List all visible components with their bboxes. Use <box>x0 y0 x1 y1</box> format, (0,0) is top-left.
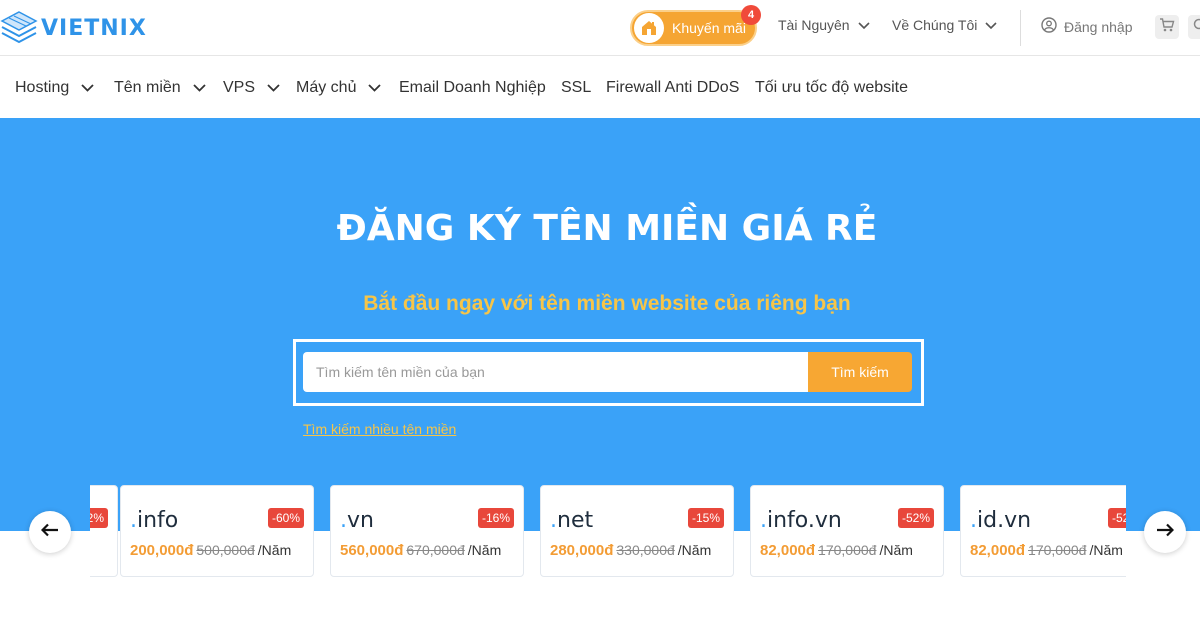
nav-item-servers[interactable]: Máy chủ <box>296 79 382 97</box>
current-price: 200,000đ <box>130 542 194 559</box>
search-button[interactable]: Tìm kiếm <box>808 352 912 392</box>
discount-badge: -52% <box>90 508 108 528</box>
nav-item-vps[interactable]: VPS <box>223 79 280 97</box>
vietnix-logo[interactable]: VIETNIX <box>0 8 147 48</box>
search-icon <box>1193 18 1200 37</box>
nav-item-label: Tối ưu tốc độ website <box>755 79 909 96</box>
arrow-left-icon <box>40 523 59 542</box>
nav-item-label: Máy chủ <box>296 79 357 96</box>
discount-badge: -16% <box>477 508 514 528</box>
about-label: Về Chúng Tôi <box>892 17 978 33</box>
chevron-down-icon <box>193 79 206 97</box>
cart-button[interactable] <box>1155 15 1179 39</box>
top-bar: VIETNIX Khuyến mãi 4 Tài Nguyên Về Chúng… <box>0 0 1200 56</box>
nav-item-label: SSL <box>561 79 592 96</box>
price-line: 82,000đ 170,000đ /Năm <box>970 542 1123 559</box>
logo-wordmark: VIETNIX <box>41 15 147 41</box>
discount-badge: -15% <box>687 508 724 528</box>
promo-label: Khuyến mãi <box>672 20 746 36</box>
chevron-down-icon <box>985 17 997 33</box>
domain-card[interactable]: .info.vn -52% 82,000đ 170,000đ /Năm <box>750 485 944 577</box>
price-unit: /Năm <box>1089 542 1123 558</box>
price-line: 82,000đ 170,000đ /Năm <box>760 542 913 559</box>
chevron-down-icon <box>368 79 382 97</box>
old-price: 500,000đ <box>196 542 255 558</box>
nav-item-label: Tên miền <box>114 79 181 96</box>
domain-card[interactable]: .id.vn -52% 82,000đ 170,000đ /Năm <box>960 485 1126 577</box>
about-menu[interactable]: Về Chúng Tôi <box>892 17 997 33</box>
domain-cards-carousel: -52% .info -60% 200,000đ 500,000đ /Năm .… <box>90 485 1126 580</box>
price-unit: /Năm <box>467 542 502 558</box>
domain-card[interactable]: -52% <box>90 485 118 577</box>
nav-item-label: Firewall Anti DDoS <box>606 79 740 96</box>
price-line: 200,000đ 500,000đ /Năm <box>130 542 291 559</box>
promo-button[interactable]: Khuyến mãi 4 <box>630 5 761 46</box>
old-price: 330,000đ <box>616 542 675 558</box>
carousel-prev-button[interactable] <box>29 511 71 553</box>
hero-title: ĐĂNG KÝ TÊN MIỀN GIÁ RẺ <box>336 208 878 249</box>
discount-badge: -52% <box>1107 508 1126 528</box>
nav-item-firewall[interactable]: Firewall Anti DDoS <box>606 79 739 97</box>
tld-name: .net <box>550 508 594 533</box>
current-price: 280,000đ <box>550 542 614 559</box>
hero-banner <box>0 118 1200 531</box>
current-price: 82,000đ <box>760 542 816 559</box>
tld-name: .vn <box>340 508 374 533</box>
discount-badge: -60% <box>267 508 304 528</box>
search-toggle-button[interactable] <box>1188 15 1200 39</box>
nav-item-label: Email Doanh Nghiệp <box>399 79 546 96</box>
tld-name: .info.vn <box>760 508 842 533</box>
nav-item-ssl[interactable]: SSL <box>561 79 591 97</box>
resources-label: Tài Nguyên <box>778 17 850 33</box>
domain-card[interactable]: .info -60% 200,000đ 500,000đ /Năm <box>120 485 314 577</box>
topbar-divider <box>1020 10 1021 46</box>
domain-card[interactable]: .vn -16% 560,000đ 670,000đ /Năm <box>330 485 524 577</box>
price-line: 280,000đ 330,000đ /Năm <box>550 542 711 559</box>
login-link[interactable]: Đăng nhập <box>1041 17 1133 36</box>
multi-domain-search-link[interactable]: Tìm kiếm nhiều tên miền <box>303 421 456 437</box>
nav-item-label: Hosting <box>15 79 70 96</box>
old-price: 170,000đ <box>1028 542 1087 558</box>
price-unit: /Năm <box>677 542 712 558</box>
user-circle-icon <box>1041 17 1057 36</box>
price-unit: /Năm <box>257 542 292 558</box>
arrow-right-icon <box>1156 523 1175 542</box>
hero-subtitle: Bắt đầu ngay với tên miền website của ri… <box>363 292 851 315</box>
domain-search-input[interactable] <box>303 352 809 392</box>
current-price: 560,000đ <box>340 542 404 559</box>
price-unit: /Năm <box>879 542 913 558</box>
resources-menu[interactable]: Tài Nguyên <box>778 17 870 33</box>
old-price: 170,000đ <box>818 542 877 558</box>
tld-name: .id.vn <box>970 508 1032 533</box>
chevron-down-icon <box>81 79 94 97</box>
carousel-next-button[interactable] <box>1144 511 1186 553</box>
old-price: 670,000đ <box>406 542 465 558</box>
nav-item-domain[interactable]: Tên miền <box>114 79 206 97</box>
nav-item-business-email[interactable]: Email Doanh Nghiệp <box>399 79 546 97</box>
domain-card[interactable]: .net -15% 280,000đ 330,000đ /Năm <box>540 485 734 577</box>
cart-icon <box>1159 17 1175 38</box>
nav-item-speed-optimization[interactable]: Tối ưu tốc độ website <box>755 79 908 97</box>
logo-stack-icon <box>0 8 38 48</box>
nav-item-label: VPS <box>223 79 256 96</box>
current-price: 82,000đ <box>970 542 1026 559</box>
chevron-down-icon <box>267 79 280 97</box>
nav-item-hosting[interactable]: Hosting <box>15 79 94 97</box>
chevron-down-icon <box>858 17 870 33</box>
promo-count-badge: 4 <box>741 5 761 25</box>
login-label: Đăng nhập <box>1064 18 1133 35</box>
discount-badge: -52% <box>897 508 934 528</box>
tld-name: .info <box>130 508 179 533</box>
gift-house-icon <box>634 13 664 43</box>
price-line: 560,000đ 670,000đ /Năm <box>340 542 501 559</box>
